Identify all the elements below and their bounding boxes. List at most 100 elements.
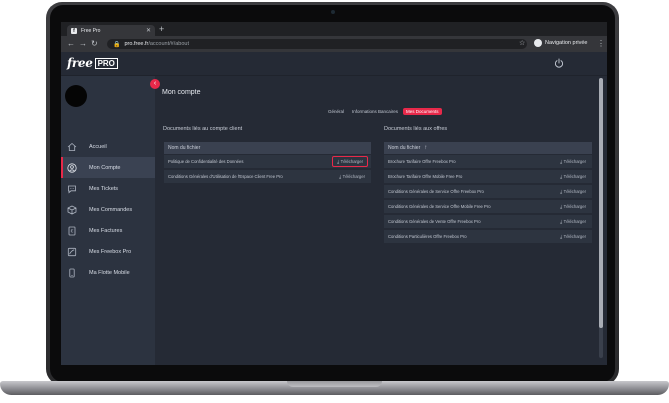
svg-text:€: € [71,228,74,234]
offer-docs-table: Nom du fichier ↑ Brochure Tarifaire Offre… [384,142,592,245]
file-name: Politique de Confidentialité des Données [168,159,244,164]
close-tab-icon[interactable]: ✕ [146,27,151,34]
main-content: Mon compte Général Informations Bancaire… [155,76,607,365]
tab-general[interactable]: Général [325,108,347,115]
free-pro-logo[interactable]: free PRO [67,56,118,70]
table-header[interactable]: Nom du fichier [164,142,371,154]
sidebar: Accueil Mon Compte Mes Tickets Mes Comma… [61,76,155,365]
table-row: Conditions Particulières Offre Freebox P… [384,230,592,243]
download-button[interactable]: ⤓ Télécharger [557,187,589,196]
table-row: Brochure Tarifaire Offre Freebox Pro ⤓ Té… [384,155,592,168]
file-name: Conditions Générales de Service Offre Fr… [388,189,484,194]
browser-toolbar: ← → ↻ 🔒 pro.free.fr/account/#/about ☆ Na… [61,36,607,52]
new-tab-icon[interactable]: + [159,25,164,34]
download-icon: ⤓ [337,159,340,164]
sidebar-item-label: Accueil [89,143,107,150]
download-label: Télécharger [563,219,586,224]
power-icon[interactable] [554,58,564,68]
sidebar-item-label: Mes Tickets [89,185,119,192]
sidebar-item-label: Mon Compte [89,164,121,171]
download-icon: ⤓ [339,174,342,179]
address-bar[interactable]: 🔒 pro.free.fr/account/#/about [107,39,527,49]
browser-tab-title: Free Pro [81,27,101,34]
table-row: Conditions Générales de Vente Offre Free… [384,215,592,228]
browser-tab[interactable]: f Free Pro ✕ [67,25,155,36]
column-header-filename: Nom du fichier [388,145,421,151]
download-label: Télécharger [340,159,363,164]
sidebar-item-mon-compte[interactable]: Mon Compte [61,157,155,178]
app-header: free PRO [61,52,607,76]
download-label: Télécharger [563,189,586,194]
download-label: Télécharger [563,234,586,239]
table-row: Conditions Générales d'Utilisation de l'… [164,170,371,183]
file-name: Brochure Tarifaire Offre Mobile Free Pro [388,174,463,179]
collapse-sidebar-button[interactable]: ‹ [150,79,160,89]
download-label: Télécharger [563,174,586,179]
sidebar-item-mes-tickets[interactable]: Mes Tickets [61,178,155,199]
download-button[interactable]: ⤓ Télécharger [557,217,589,226]
lock-icon: 🔒 [113,41,121,48]
download-button[interactable]: ⤓ Télécharger [557,157,589,166]
sidebar-item-accueil[interactable]: Accueil [61,136,155,157]
table-header[interactable]: Nom du fichier ↑ [384,142,592,154]
account-docs-title: Documents liés au compte client [163,126,243,132]
webcam [331,10,335,14]
sidebar-item-mes-factures[interactable]: € Mes Factures [61,220,155,241]
download-label: Télécharger [342,174,365,179]
page-title: Mon compte [162,89,201,96]
column-header-filename: Nom du fichier [168,145,201,151]
sidebar-item-label: Mes Commandes [89,206,133,213]
sidebar-item-mes-commandes[interactable]: Mes Commandes [61,199,155,220]
logo-badge: PRO [94,57,118,69]
file-name: Conditions Générales de Vente Offre Free… [388,219,481,224]
sidebar-item-label: Mes Factures [89,227,123,234]
incognito-icon [534,39,542,47]
browser-menu-icon[interactable]: ⋮ [597,39,605,49]
download-icon: ⤓ [560,204,563,209]
browser-tab-bar: f Free Pro ✕ + [61,22,607,36]
account-docs-table: Nom du fichier Politique de Confidential… [164,142,371,185]
favicon-icon: f [71,27,77,34]
url-path: /account/#/about [148,41,189,47]
download-label: Télécharger [563,159,586,164]
table-row: Conditions Générales de Service Offre Mo… [384,200,592,213]
chat-icon [68,185,76,193]
download-button[interactable]: ⤓ Télécharger [332,156,368,167]
reload-icon[interactable]: ↻ [91,39,98,49]
url-text: pro.free.fr/account/#/about [124,41,189,47]
avatar[interactable] [65,85,87,107]
download-icon: ⤓ [560,219,563,224]
file-name: Conditions Générales de Service Offre Mo… [388,204,491,209]
sidebar-item-mes-freebox-pro[interactable]: Mes Freebox Pro [61,241,155,262]
scrollbar-thumb[interactable] [599,78,603,328]
download-icon: ⤓ [560,234,563,239]
download-button[interactable]: ⤓ Télécharger [557,232,589,241]
user-icon [67,162,77,173]
bookmark-star-icon[interactable]: ☆ [519,39,525,47]
laptop-notch [287,381,382,387]
sort-ascending-icon[interactable]: ↑ [424,145,427,151]
tab-mes-documents[interactable]: Mes Documents [403,108,442,115]
offer-docs-title: Documents liés aux offres [384,126,448,132]
file-name: Conditions Générales d'Utilisation de l'… [168,174,283,179]
table-row: Conditions Générales de Service Offre Fr… [384,185,592,198]
tab-informations-bancaires[interactable]: Informations Bancaires [349,108,401,115]
download-icon: ⤓ [560,189,563,194]
screen: f Free Pro ✕ + ← → ↻ 🔒 pro.free.fr/accou… [61,22,607,365]
sidebar-item-ma-flotte-mobile[interactable]: Ma Flotte Mobile [61,262,155,283]
download-button[interactable]: ⤓ Télécharger [557,172,589,181]
download-button[interactable]: ⤓ Télécharger [336,172,368,181]
invoice-icon: € [68,226,76,235]
sidebar-item-label: Mes Freebox Pro [89,248,132,255]
laptop-frame: f Free Pro ✕ + ← → ↻ 🔒 pro.free.fr/accou… [0,0,669,403]
back-icon[interactable]: ← [67,39,75,49]
file-name: Brochure Tarifaire Offre Freebox Pro [388,159,456,164]
table-row: Brochure Tarifaire Offre Mobile Free Pro… [384,170,592,183]
incognito-indicator[interactable]: Navigation privée [534,39,588,47]
url-host: pro.free.fr [124,41,149,47]
incognito-label: Navigation privée [545,40,588,46]
file-name: Conditions Particulières Offre Freebox P… [388,234,467,239]
forward-icon[interactable]: → [79,39,87,49]
freebox-icon [67,247,77,256]
download-button[interactable]: ⤓ Télécharger [557,202,589,211]
